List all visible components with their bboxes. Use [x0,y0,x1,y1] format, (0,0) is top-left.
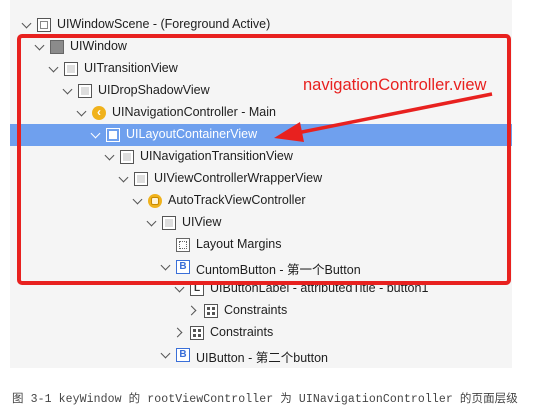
tree-row-label: Constraints [210,325,274,339]
figure-caption: 图 3-1 keyWindow 的 rootViewController 为 U… [12,393,518,406]
chevron-right-icon[interactable] [186,305,197,316]
arrow-head [274,122,304,142]
annotation-label: navigationController.view [303,76,487,94]
tree-row-constraints[interactable]: Constraints [10,300,512,322]
tree-row-constraints[interactable]: Constraints [10,322,512,344]
chevron-down-icon[interactable] [21,18,32,29]
highlight-frame [17,34,511,285]
arrow-shaft [291,92,493,136]
constraints-icon [190,326,204,340]
tree-row-second-button[interactable]: B UIButton - 第二个button [10,344,512,366]
tree-row-label: UIWindowScene - (Foreground Active) [57,17,271,31]
tree-row-window-scene[interactable]: UIWindowScene - (Foreground Active) [10,14,512,36]
tree-row-label: Constraints [224,303,288,317]
constraints-icon [204,304,218,318]
tree-row-label: UIButton - 第二个button [196,351,329,365]
annotation-arrow-icon [274,92,493,142]
chevron-right-icon[interactable] [172,327,183,338]
button-icon: B [176,348,190,362]
scene-icon [37,18,51,32]
chevron-down-icon[interactable] [160,348,171,359]
